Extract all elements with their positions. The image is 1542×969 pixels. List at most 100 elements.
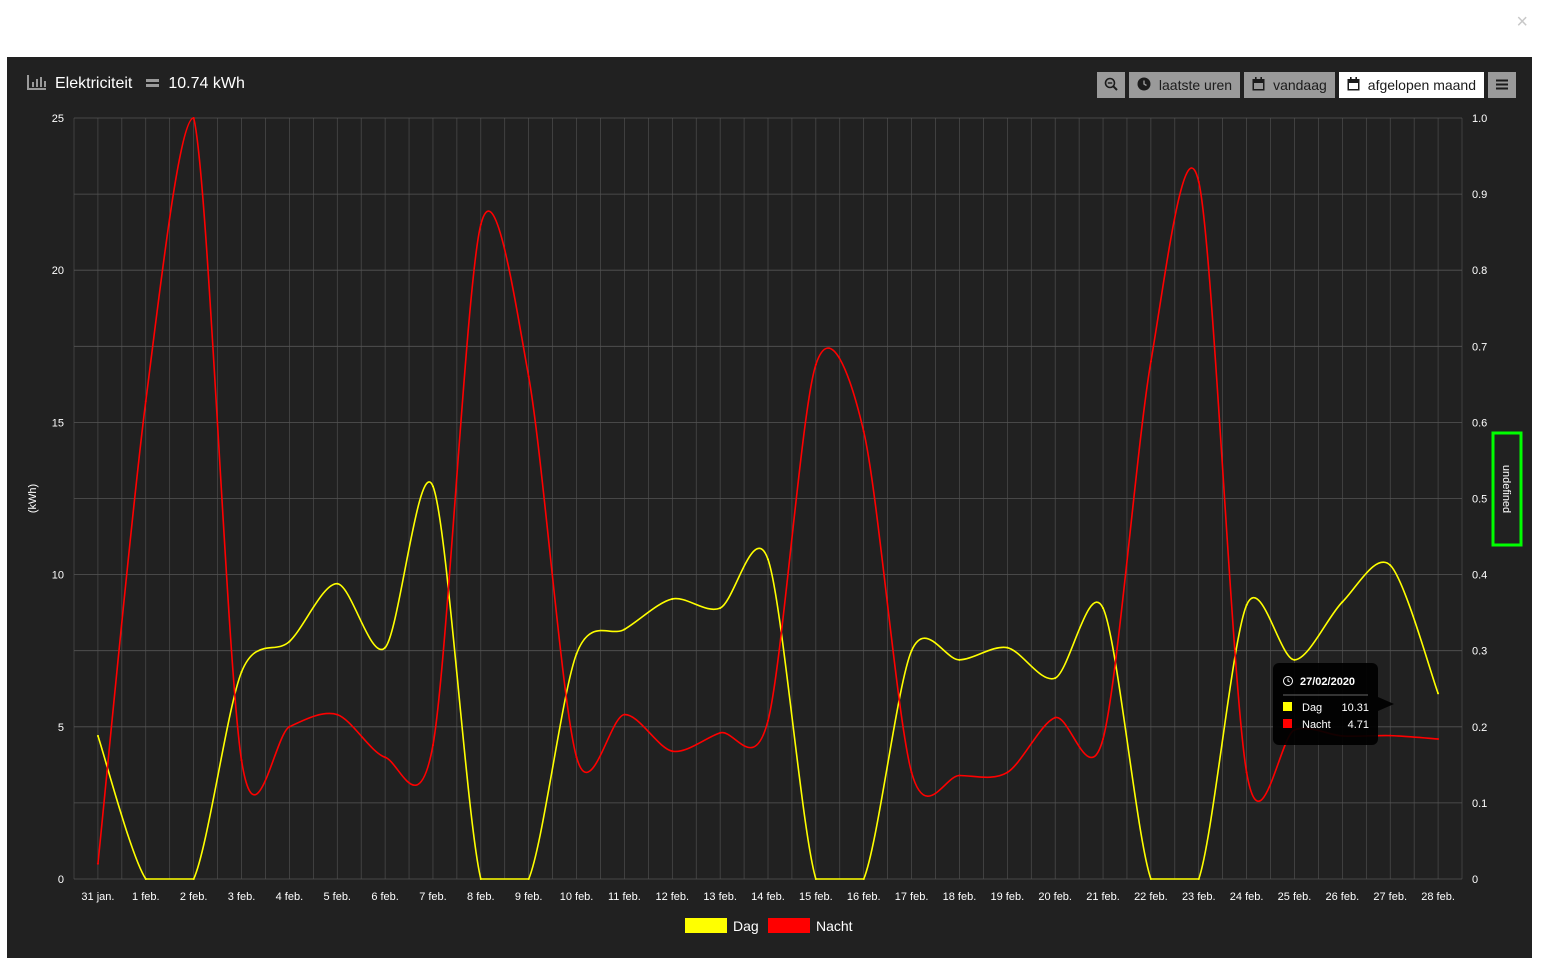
data-point-dag [527, 878, 530, 880]
tooltip-label-nacht: Nacht [1302, 719, 1331, 731]
data-point-dag [431, 485, 434, 488]
data-point-dag [1197, 878, 1200, 880]
data-point-nacht [1389, 734, 1392, 737]
data-point-nacht [96, 862, 99, 865]
data-point-dag [623, 628, 626, 631]
y2-tick-label: 0.6 [1472, 417, 1487, 429]
data-point-nacht [719, 731, 722, 734]
data-point-nacht [479, 223, 482, 226]
x-tick-label: 6 feb. [371, 891, 399, 903]
x-tick-label: 4 feb. [276, 891, 304, 903]
modal-dialog: × Elektriciteit 10.74 kWh laatste uren v… [0, 0, 1542, 969]
data-point-dag [192, 878, 195, 880]
data-point-nacht [575, 756, 578, 759]
x-tick-label: 7 feb. [419, 891, 447, 903]
x-tick-label: 19 feb. [990, 891, 1024, 903]
tooltip-title: 27/02/2020 [1300, 676, 1355, 688]
data-point-dag [1006, 646, 1009, 649]
y2-tick-label: 0.3 [1472, 646, 1487, 658]
x-tick-label: 23 feb. [1182, 891, 1216, 903]
legend-swatch-nacht [768, 918, 810, 933]
x-tick-label: 27 feb. [1373, 891, 1407, 903]
data-point-nacht [910, 771, 913, 774]
y-tick-label: 20 [52, 265, 64, 277]
data-point-nacht [431, 744, 434, 747]
data-point-nacht [527, 375, 530, 378]
data-point-nacht [1149, 360, 1152, 363]
data-point-dag [958, 658, 961, 661]
tooltip-label-dag: Dag [1302, 702, 1322, 714]
tooltip-swatch-dag [1283, 702, 1292, 711]
x-tick-label: 3 feb. [228, 891, 256, 903]
data-point-dag [671, 597, 674, 600]
data-point-nacht [336, 713, 339, 716]
data-point-nacht [192, 117, 195, 119]
y2-tick-label: 0.1 [1472, 798, 1487, 810]
data-point-dag [336, 582, 339, 585]
tooltip-swatch-nacht [1283, 719, 1292, 728]
data-point-nacht [1437, 737, 1440, 740]
data-point-nacht [1006, 771, 1009, 774]
x-tick-label: 1 feb. [132, 891, 160, 903]
tooltip: 27/02/2020 Dag 10.31 Nacht 4.71 [1273, 663, 1394, 745]
data-point-dag [1245, 604, 1248, 607]
data-point-nacht [814, 363, 817, 366]
x-tick-label: 8 feb. [467, 891, 495, 903]
x-tick-label: 22 feb. [1134, 891, 1168, 903]
x-tick-label: 24 feb. [1230, 891, 1264, 903]
data-point-dag [1054, 677, 1057, 680]
data-point-nacht [144, 400, 147, 403]
data-point-nacht [767, 719, 769, 722]
x-tick-label: 21 feb. [1086, 891, 1120, 903]
y2-tick-label: 0.7 [1472, 341, 1487, 353]
data-point-dag [1341, 600, 1344, 603]
data-point-dag [1389, 564, 1392, 567]
x-tick-label: 18 feb. [943, 891, 977, 903]
data-point-dag [288, 640, 291, 643]
y-tick-label: 15 [52, 417, 64, 429]
data-point-nacht [1197, 180, 1200, 183]
y2-tick-label: 0.2 [1472, 722, 1487, 734]
data-point-dag [1149, 878, 1152, 880]
data-point-dag [144, 878, 147, 880]
data-point-nacht [623, 713, 626, 716]
data-point-nacht [384, 756, 387, 759]
data-point-dag [862, 878, 865, 880]
data-point-dag [910, 649, 913, 652]
x-tick-label: 15 feb. [799, 891, 833, 903]
y-tick-label: 0 [58, 874, 64, 886]
data-point-dag [384, 646, 387, 649]
chart-panel: Elektriciteit 10.74 kWh laatste uren van… [7, 57, 1532, 958]
data-point-nacht [240, 759, 243, 762]
y2-tick-label: 0.8 [1472, 265, 1487, 277]
x-tick-label: 17 feb. [895, 891, 929, 903]
data-point-nacht [1245, 771, 1248, 774]
data-point-nacht [958, 774, 961, 777]
x-tick-label: 20 feb. [1038, 891, 1072, 903]
data-point-nacht [671, 750, 674, 753]
data-point-dag [1437, 692, 1440, 695]
y-axis-title: (kWh) [27, 484, 39, 513]
x-tick-label: 31 jan. [81, 891, 114, 903]
tooltip-value-nacht: 4.71 [1348, 719, 1369, 731]
x-tick-label: 26 feb. [1326, 891, 1360, 903]
close-icon[interactable]: × [1516, 12, 1528, 32]
data-point-dag [814, 878, 817, 880]
x-tick-label: 2 feb. [180, 891, 208, 903]
x-tick-label: 25 feb. [1278, 891, 1312, 903]
x-tick-label: 10 feb. [560, 891, 594, 903]
x-tick-label: 14 feb. [751, 891, 785, 903]
line-chart: 0 5 10 15 20 25 0 0.1 0.2 0.3 0.4 0.5 0.6 0.7 0.8 0.9 1.… [27, 113, 1523, 934]
x-tick-label: 13 feb. [703, 891, 737, 903]
tooltip-pointer [1378, 697, 1394, 711]
x-tick-label: 11 feb. [608, 891, 641, 903]
y2-tick-label: 0 [1472, 874, 1478, 886]
y2-tick-label: 1.0 [1472, 113, 1487, 125]
y2-tick-label: 0.9 [1472, 189, 1487, 201]
data-point-dag [1293, 658, 1296, 661]
x-tick-label: 9 feb. [515, 891, 543, 903]
data-point-nacht [1102, 737, 1105, 740]
x-tick-label: 16 feb. [847, 891, 881, 903]
y2-axis-title: undefined [1500, 465, 1512, 513]
data-point-dag [767, 558, 769, 561]
